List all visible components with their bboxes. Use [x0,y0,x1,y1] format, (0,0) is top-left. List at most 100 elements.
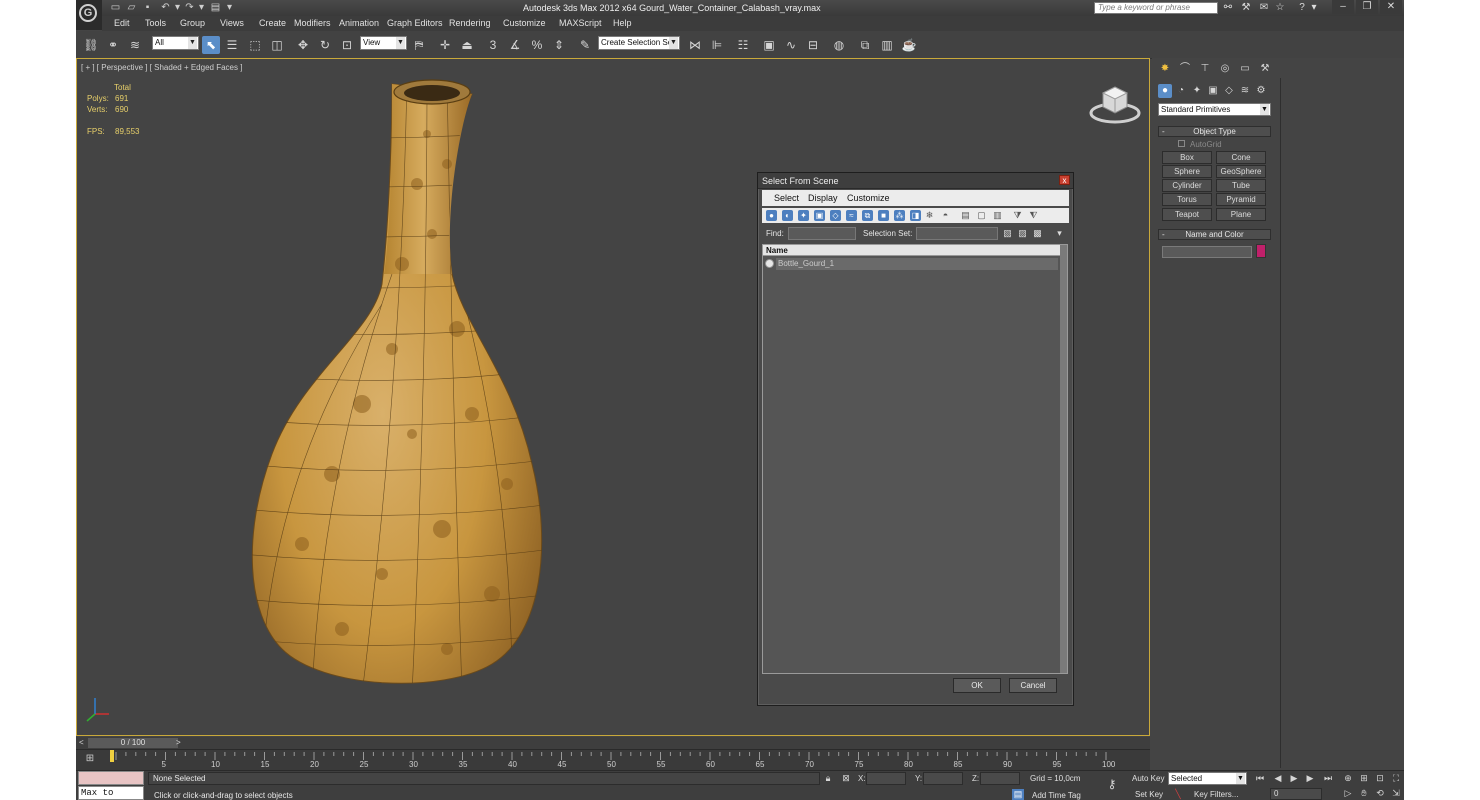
plane-button[interactable]: Plane [1216,208,1266,221]
rectangular-selection-icon[interactable]: ⬚ [246,36,264,54]
cameras-category-icon[interactable]: ▣ [1206,84,1220,98]
current-frame-input[interactable]: 0 [1270,788,1322,800]
dialog-title-bar[interactable]: Select From Scene x [758,173,1073,189]
set-key-icon[interactable]: ⚷ [1106,778,1118,790]
list-scrollbar[interactable] [1060,245,1067,673]
add-time-tag[interactable]: Add Time Tag [1032,791,1081,800]
angle-snap-icon[interactable]: ∡ [506,36,524,54]
subscription-icon[interactable]: ⚒ [1240,2,1252,14]
gourd-bottle-model[interactable] [242,74,552,694]
application-button[interactable]: G [76,0,102,30]
geosphere-button[interactable]: GeoSphere [1216,165,1266,178]
maxscript-mini-listener[interactable]: Max to Physc [78,786,144,800]
curve-editor-icon[interactable]: ∿ [782,36,800,54]
box-button[interactable]: Box [1162,151,1212,164]
primitive-type-dropdown[interactable]: Standard Primitives ▼ [1158,103,1271,116]
display-helpers-icon[interactable]: ◇ [830,210,841,221]
chevron-down-icon[interactable]: ▾ [1054,228,1065,239]
perspective-viewport[interactable]: [ + ] [ Perspective ] [ Shaded + Edged F… [76,58,1150,736]
sphere-button[interactable]: Sphere [1162,165,1212,178]
display-containers-icon[interactable]: ◨ [910,210,921,221]
communication-icon[interactable]: ✉ [1258,2,1270,14]
display-cameras-icon[interactable]: ▣ [814,210,825,221]
material-editor-icon[interactable]: ◍ [830,36,848,54]
select-and-move-icon[interactable]: ✥ [294,36,312,54]
maximize-viewport-icon[interactable]: ⛶ [1390,773,1402,784]
binoculars-icon[interactable]: ⚯ [1222,2,1234,14]
filter-options-icon[interactable]: ⧨ [1028,210,1039,221]
field-of-view-icon[interactable]: ▷ [1342,788,1354,799]
cone-button[interactable]: Cone [1216,151,1266,164]
set-key-button[interactable]: Set Key [1135,790,1163,799]
render-setup-icon[interactable]: ⧉ [856,36,874,54]
close-window-button[interactable]: ✕ [1380,0,1402,14]
redo-dropdown-icon[interactable]: ▾ [196,2,207,13]
create-set-icon[interactable]: ▧ [1002,228,1013,239]
keyboard-shortcut-override-icon[interactable]: ⏏ [458,36,476,54]
select-and-link-icon[interactable]: ⛓ [82,36,100,54]
minimize-button[interactable]: – [1332,0,1354,14]
graphite-ribbon-icon[interactable]: ▣ [760,36,778,54]
y-coordinate-input[interactable] [923,772,963,785]
next-key-icon[interactable]: ▶︎ [1304,773,1316,784]
spinner-snap-icon[interactable]: ⇕ [550,36,568,54]
rendered-frame-window-icon[interactable]: ▥ [878,36,896,54]
mirror-icon[interactable]: ⋈ [686,36,704,54]
select-invert-icon[interactable]: ▥ [992,210,1003,221]
absolute-mode-icon[interactable]: ⊠ [840,773,852,784]
menu-rendering[interactable]: Rendering [449,18,491,28]
help-icon[interactable]: ? [1296,2,1308,14]
menu-maxscript[interactable]: MAXScript [559,18,602,28]
display-geometry-icon[interactable]: ● [766,210,777,221]
redo-icon[interactable]: ↷ [184,2,195,13]
render-production-icon[interactable]: ☕ [900,36,918,54]
create-tab-icon[interactable]: ✸ [1158,62,1172,76]
ok-button[interactable]: OK [953,678,1001,693]
shapes-category-icon[interactable]: ◔ [1174,84,1188,98]
helpers-category-icon[interactable]: ◇ [1222,84,1236,98]
display-lights-icon[interactable]: ✦ [798,210,809,221]
filter-icon[interactable]: ⧩ [1012,210,1023,221]
favorites-star-icon[interactable]: ☆ [1274,2,1286,14]
object-type-rollout-header[interactable]: - Object Type [1158,126,1271,137]
open-file-icon[interactable]: ▱ [126,2,137,13]
autogrid-checkbox[interactable] [1178,140,1185,147]
edit-set-icon[interactable]: ▨ [1017,228,1028,239]
track-bar[interactable]: ⊞ 5 10 15 20 25 30 35 40 45 50 55 60 65 70 75 80 85 90 95 1… [76,749,1150,770]
key-selection-dropdown[interactable]: Selected ▼ [1168,772,1247,785]
select-none-icon[interactable]: ▢ [976,210,987,221]
menu-customize[interactable]: Customize [503,18,546,28]
time-slider-thumb[interactable]: 0 / 100 [88,738,178,748]
go-to-start-icon[interactable]: ⏮ [1254,773,1266,784]
zoom-extents-icon[interactable]: ⊡ [1374,773,1386,784]
cancel-button[interactable]: Cancel [1009,678,1057,693]
zoom-all-icon[interactable]: ⊞ [1358,773,1370,784]
unlink-selection-icon[interactable]: ⚭ [104,36,122,54]
menu-create[interactable]: Create [259,18,286,28]
hierarchy-tab-icon[interactable]: ⊤ [1198,62,1212,76]
space-warps-category-icon[interactable]: ≋ [1238,84,1252,98]
motion-tab-icon[interactable]: ◎ [1218,62,1232,76]
next-frame-icon[interactable]: > [176,738,181,747]
named-selection-set-dropdown[interactable]: Create Selection Se ▼ [598,36,680,50]
edit-named-selection-icon[interactable]: ✎ [576,36,594,54]
walk-through-icon[interactable]: ⇲ [1390,788,1402,799]
modify-tab-icon[interactable]: ⌒ [1178,62,1192,76]
undo-dropdown-icon[interactable]: ▾ [172,2,183,13]
scene-object-list[interactable]: Name Bottle_Gourd_1 [762,244,1068,674]
menu-graph-editors[interactable]: Graph Editors [387,18,443,28]
teapot-button[interactable]: Teapot [1162,208,1212,221]
z-coordinate-input[interactable] [980,772,1020,785]
cylinder-button[interactable]: Cylinder [1162,179,1212,192]
display-shapes-icon[interactable]: ◐ [782,210,793,221]
display-tab-icon[interactable]: ▭ [1238,62,1252,76]
menu-group[interactable]: Group [180,18,205,28]
previous-key-icon[interactable]: ◀︎ [1272,773,1284,784]
bind-to-space-warp-icon[interactable]: ≋ [126,36,144,54]
previous-frame-icon[interactable]: < [79,738,84,747]
column-header-name[interactable]: Name [763,245,1060,256]
dialog-menu-customize[interactable]: Customize [847,193,890,203]
select-and-rotate-icon[interactable]: ↻ [316,36,334,54]
lock-selection-icon[interactable]: 🔒︎ [822,773,834,784]
auto-key-button[interactable]: Auto Key [1132,774,1164,783]
